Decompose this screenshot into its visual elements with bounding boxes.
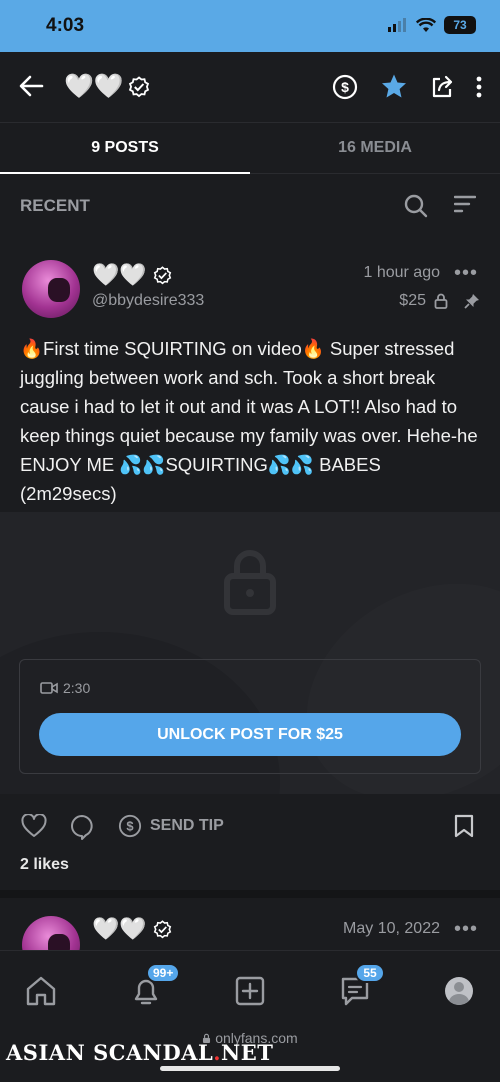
verified-badge-icon [153,919,172,938]
tab-profile[interactable] [439,971,479,1011]
watermark-text-2: NET [221,1040,274,1065]
tab-home[interactable] [21,971,61,1011]
post-more-button[interactable]: ••• [454,918,478,941]
post-card: 🤍🤍 May 10, 2022 ••• [0,0,500,960]
watermark-dot: . [213,1040,222,1065]
tab-notifications[interactable]: 99+ [126,963,181,1011]
messages-badge: 55 [355,963,385,983]
tab-new-post[interactable] [230,971,270,1011]
post-author-name-text: 🤍🤍 [92,916,147,941]
home-icon [26,976,56,1006]
profile-avatar-icon [445,977,473,1005]
watermark: ASIAN SCANDAL.NET [6,1040,273,1065]
home-indicator[interactable] [160,1066,340,1071]
tab-messages[interactable]: 55 [335,963,385,1011]
add-post-icon [235,976,265,1006]
post-timestamp: May 10, 2022 [343,920,440,937]
watermark-text-1: ASIAN SCANDAL [6,1040,214,1065]
notifications-badge: 99+ [146,963,181,983]
post-author-name: 🤍🤍 [92,916,172,942]
